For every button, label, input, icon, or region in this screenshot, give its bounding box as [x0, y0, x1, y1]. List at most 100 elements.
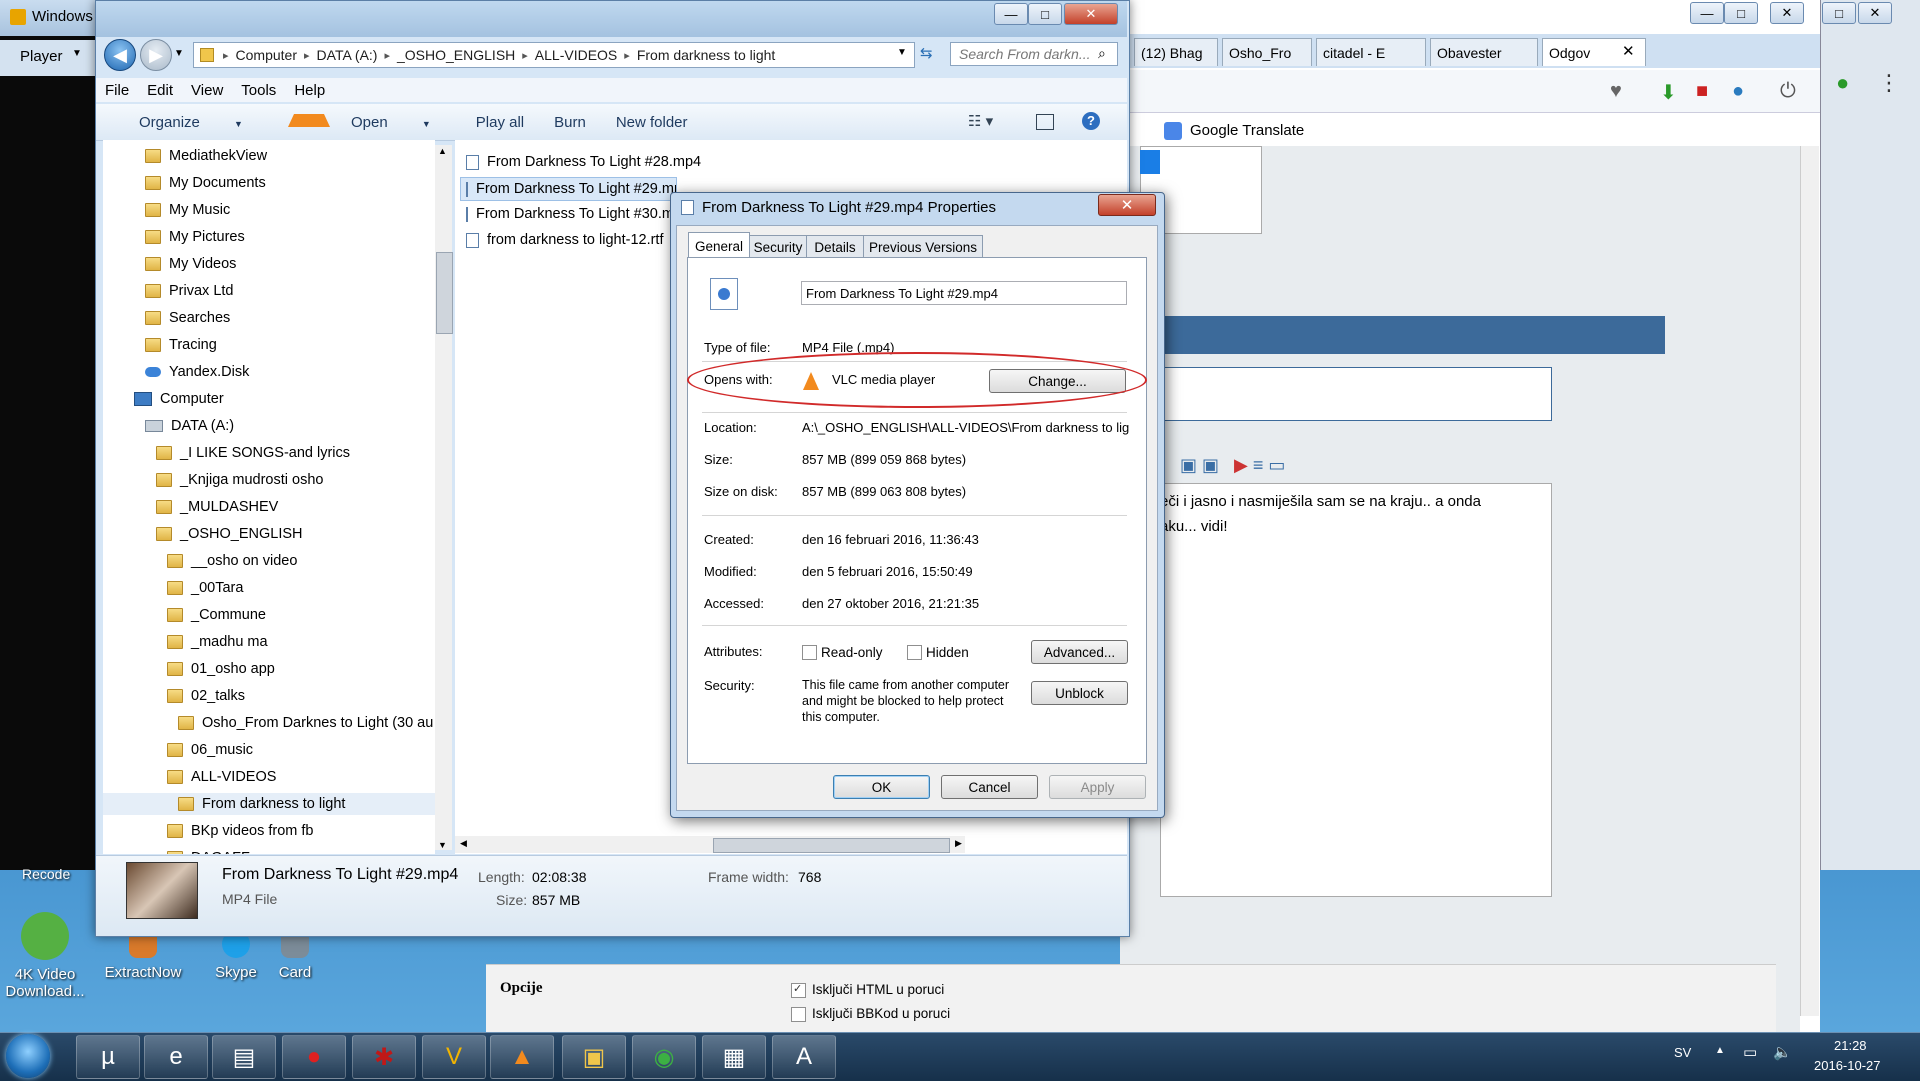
new-folder-button[interactable]: New folder: [601, 114, 703, 131]
hidden-checkbox[interactable]: [907, 645, 922, 660]
scroll-right-icon[interactable]: ▶: [955, 838, 962, 849]
scroll-down-icon[interactable]: ▼: [438, 840, 447, 850]
file-item[interactable]: From Darkness To Light #28.mp4: [466, 151, 701, 173]
nav-tree-item[interactable]: Tracing: [145, 334, 217, 356]
nav-tree-item[interactable]: ALL-VIDEOS: [167, 766, 276, 788]
nav-tree-item[interactable]: DAGAFF: [167, 847, 250, 854]
unblock-button[interactable]: Unblock: [1031, 681, 1128, 705]
minimize-button[interactable]: □: [1822, 2, 1856, 24]
burn-button[interactable]: Burn: [539, 114, 601, 131]
search-icon[interactable]: ⌕: [1098, 45, 1106, 62]
nav-tree-item[interactable]: DATA (A:): [145, 415, 234, 437]
desktop-icon-card[interactable]: Card: [275, 930, 315, 981]
nav-tree-item[interactable]: _MULDASHEV: [156, 496, 278, 518]
message-editor[interactable]: [1160, 483, 1552, 897]
notepad-taskbar-icon[interactable]: ▦: [702, 1035, 766, 1079]
ie-taskbar-icon[interactable]: e: [144, 1035, 208, 1079]
nav-tree-item[interactable]: 02_talks: [167, 685, 245, 707]
nav-tree-item[interactable]: _OSHO_ENGLISH: [156, 523, 303, 545]
preview-pane-icon[interactable]: [1036, 114, 1054, 130]
apply-button[interactable]: Apply: [1049, 775, 1146, 799]
minimize-button[interactable]: —: [1690, 2, 1724, 24]
disable-bbcode-checkbox[interactable]: [791, 1007, 806, 1022]
menu-edit[interactable]: Edit: [138, 82, 182, 99]
nav-tree-item[interactable]: My Pictures: [145, 226, 245, 248]
clock-time[interactable]: 21:28: [1834, 1038, 1867, 1053]
chevron-down-icon[interactable]: ▼: [72, 48, 82, 59]
scroll-up-icon[interactable]: ▲: [438, 146, 447, 156]
subject-input[interactable]: [1160, 367, 1552, 421]
menu-view[interactable]: View: [182, 82, 232, 99]
nav-tree-item[interactable]: _I LIKE SONGS-and lyrics: [156, 442, 350, 464]
back-button[interactable]: ◀: [104, 39, 136, 71]
menu-icon[interactable]: ⋮: [1878, 70, 1900, 96]
horizontal-scroll-thumb[interactable]: [713, 838, 950, 853]
scroll-left-icon[interactable]: ◀: [460, 838, 467, 849]
desktop-icon-skype[interactable]: Skype: [192, 930, 280, 981]
organize-button[interactable]: Organize ▼: [96, 114, 273, 131]
close-button[interactable]: ✕: [1770, 2, 1804, 24]
browser-tab[interactable]: (12) Bhag: [1134, 38, 1218, 66]
minimize-button[interactable]: —: [994, 3, 1028, 25]
language-indicator[interactable]: SV: [1674, 1045, 1691, 1060]
nav-tree-item[interactable]: Osho_From Darknes to Light (30 au: [178, 712, 433, 734]
disable-html-checkbox[interactable]: ✓: [791, 983, 806, 998]
file-name-input[interactable]: From Darkness To Light #29.mp4: [801, 281, 1127, 305]
nav-tree-item[interactable]: My Music: [145, 199, 230, 221]
browser-scrollbar[interactable]: [1800, 146, 1819, 1016]
folder-taskbar-icon[interactable]: ▣: [562, 1035, 626, 1079]
view-options-icon[interactable]: ☷ ▾: [968, 112, 993, 130]
heart-icon[interactable]: ♥: [1610, 80, 1622, 103]
recent-pages-chevron-icon[interactable]: ▼: [174, 48, 184, 59]
close-button[interactable]: ✕: [1064, 3, 1118, 25]
file-item-selected[interactable]: From Darkness To Light #29.mp4: [460, 177, 677, 201]
dialog-close-button[interactable]: ✕: [1098, 194, 1156, 216]
browser-tab[interactable]: Obavester: [1430, 38, 1538, 66]
nav-tree-item[interactable]: MediathekView: [145, 145, 267, 167]
tab-details[interactable]: Details: [806, 235, 864, 258]
navigation-scrollbar[interactable]: [435, 145, 452, 850]
desktop-icon-extractnow[interactable]: ExtractNow: [98, 930, 188, 981]
breadcrumb-from-darkness[interactable]: From darkness to light: [633, 47, 780, 63]
start-button[interactable]: [6, 1034, 50, 1078]
menu-tools[interactable]: Tools: [232, 82, 285, 99]
browser-tab[interactable]: citadel - E: [1316, 38, 1426, 66]
open-button[interactable]: Open ▼: [273, 113, 461, 131]
close-button[interactable]: ✕: [1858, 2, 1892, 24]
nav-tree-item[interactable]: BKp videos from fb: [167, 820, 314, 842]
navigation-scroll-thumb[interactable]: [436, 252, 453, 334]
forward-button[interactable]: ▶: [140, 39, 172, 71]
tab-general[interactable]: General: [688, 232, 750, 259]
extension-icon[interactable]: ■: [1696, 80, 1708, 103]
player-menu[interactable]: Player: [20, 48, 63, 65]
nav-tree-item[interactable]: _00Tara: [167, 577, 243, 599]
breadcrumb-computer[interactable]: Computer: [232, 47, 301, 63]
close-tab-icon[interactable]: ✕: [1622, 42, 1635, 60]
advanced-button[interactable]: Advanced...: [1031, 640, 1128, 664]
search-input[interactable]: Search From darkn...: [950, 42, 1118, 66]
nav-tree-item[interactable]: From darkness to light: [103, 793, 435, 815]
help-icon[interactable]: ?: [1082, 112, 1100, 130]
breadcrumb-osho-english[interactable]: _OSHO_ENGLISH: [393, 47, 519, 63]
bookmark-google-translate[interactable]: Google Translate: [1190, 122, 1304, 139]
maximize-button[interactable]: □: [1028, 3, 1062, 25]
nav-tree-item[interactable]: _madhu ma: [167, 631, 268, 653]
file-item[interactable]: From Darkness To Light #30.mp4: [466, 203, 670, 225]
nav-tree-item[interactable]: _Knjiga mudrosti osho: [156, 469, 323, 491]
vlc-taskbar-icon[interactable]: ▲: [490, 1035, 554, 1079]
desktop-icon-4k-video[interactable]: 4K Video Download...: [0, 912, 90, 1000]
utorrent-taskbar-icon[interactable]: µ: [76, 1035, 140, 1079]
nav-tree-item[interactable]: Searches: [145, 307, 230, 329]
nav-tree-item[interactable]: Yandex.Disk: [145, 361, 249, 383]
file-item[interactable]: from darkness to light-12.rtf: [466, 229, 670, 251]
explorer-taskbar-icon[interactable]: ▤: [212, 1035, 276, 1079]
breadcrumb-all-videos[interactable]: ALL-VIDEOS: [531, 47, 621, 63]
globe-icon[interactable]: ●: [1732, 80, 1744, 103]
volume-icon[interactable]: 🔈: [1773, 1043, 1792, 1061]
menu-file[interactable]: File: [96, 82, 138, 99]
cancel-button[interactable]: Cancel: [941, 775, 1038, 799]
browser-tab[interactable]: Osho_Fro: [1222, 38, 1312, 66]
opera-taskbar-icon[interactable]: ●: [282, 1035, 346, 1079]
vivaldi-taskbar-icon[interactable]: V: [422, 1035, 486, 1079]
chrome-taskbar-icon[interactable]: ◉: [632, 1035, 696, 1079]
